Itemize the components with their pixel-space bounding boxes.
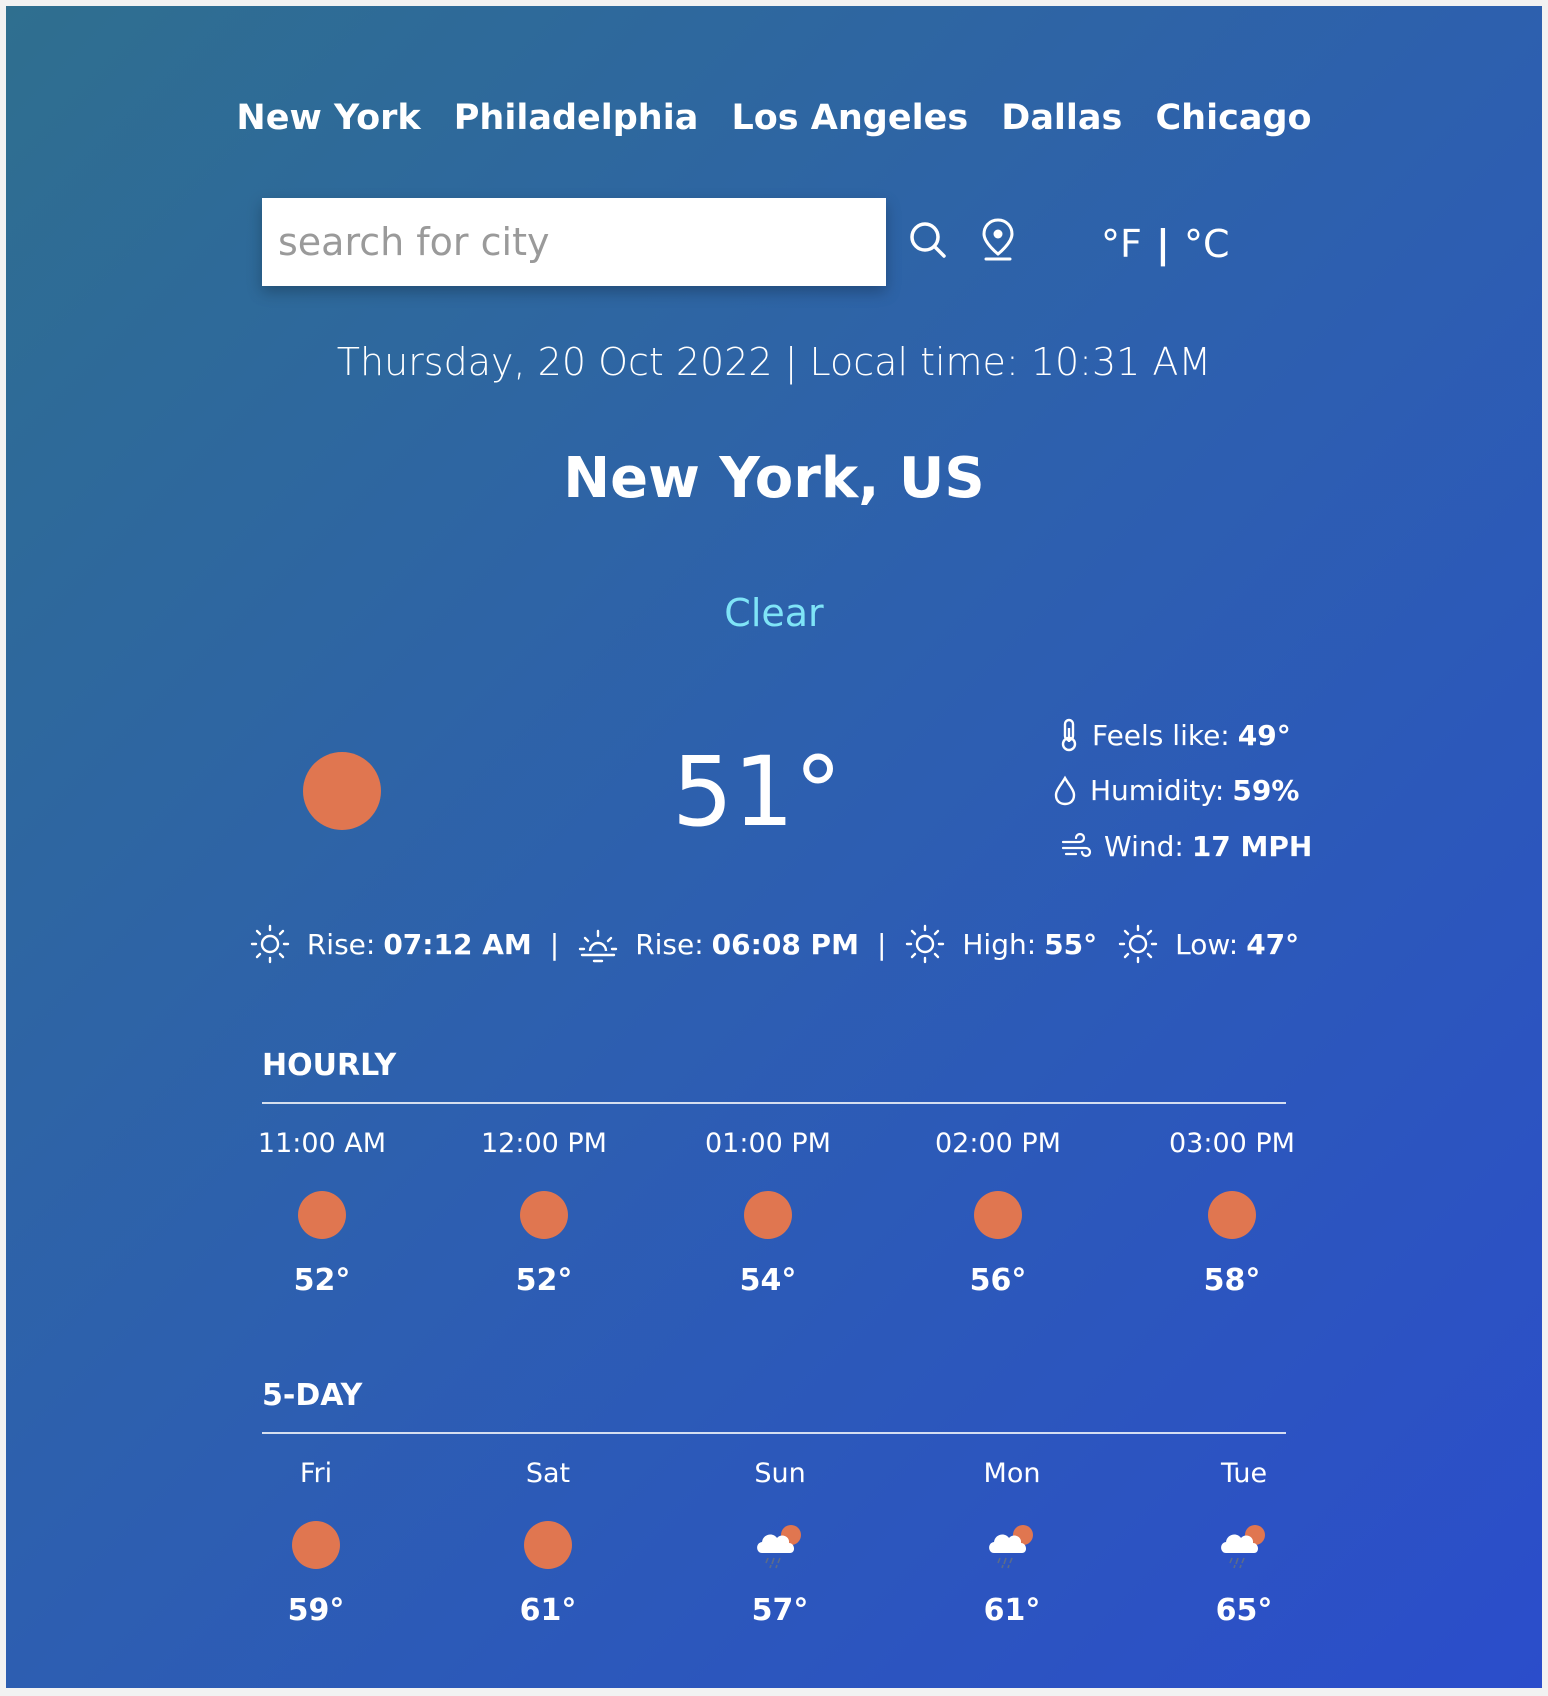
city-link-dallas[interactable]: Dallas (1001, 98, 1122, 138)
hourly-temp: 54° (739, 1263, 797, 1298)
sun-info-row: Rise: 07:12 AM | Rise: 06:08 PM | High: … (6, 923, 1542, 965)
sunrise-value: 07:12 AM (383, 927, 532, 961)
city-nav: New York Philadelphia Los Angeles Dallas… (6, 98, 1542, 138)
location-title: New York, US (563, 446, 985, 511)
low-item: Low: 47° (1117, 923, 1299, 965)
wind-label: Wind: (1104, 830, 1184, 863)
hourly-time: 02:00 PM (935, 1128, 1061, 1159)
date-time: Thursday, 20 Oct 2022 | Local time: 10:3… (336, 340, 1212, 384)
location-pin-icon[interactable] (978, 216, 1018, 266)
hourly-temp: 56° (969, 1263, 1027, 1298)
hourly-temp: 58° (1203, 1263, 1261, 1298)
sunset-value: 06:08 PM (711, 927, 859, 961)
sun-icon (298, 1191, 346, 1239)
humidity-value: 59% (1232, 774, 1300, 807)
wind-icon (1060, 832, 1092, 862)
fahrenheit-button[interactable]: °F (1101, 222, 1142, 266)
weather-app: New York Philadelphia Los Angeles Dallas… (6, 6, 1542, 1688)
sunrise-icon (249, 923, 291, 965)
sunset-item: Rise: 06:08 PM (577, 923, 859, 965)
thermometer-icon (1058, 718, 1080, 752)
city-link-philadelphia[interactable]: Philadelphia (454, 98, 699, 138)
rain-cloud-icon (752, 1521, 808, 1569)
hourly-item: 12:00 PM 52° (444, 1128, 644, 1298)
hourly-divider (262, 1102, 1286, 1104)
weather-condition: Clear (724, 591, 824, 635)
separator: | (876, 927, 887, 961)
droplet-icon (1052, 775, 1078, 807)
hourly-time: 01:00 PM (705, 1128, 831, 1159)
hourly-item: 01:00 PM 54° (668, 1128, 868, 1298)
celsius-button[interactable]: °C (1184, 222, 1230, 266)
rain-cloud-icon (984, 1521, 1040, 1569)
sun-icon (974, 1191, 1022, 1239)
hourly-temp: 52° (293, 1263, 351, 1298)
daily-day: Sun (754, 1458, 806, 1489)
sunrise-label: Rise: (306, 927, 376, 961)
sun-icon (303, 752, 381, 830)
feels-like-label: Feels like: (1092, 718, 1230, 752)
feels-like-row: Feels like: 49° (1058, 718, 1291, 752)
hourly-item: 11:00 AM 52° (222, 1128, 422, 1298)
unit-toggle: °F | °C (1101, 222, 1229, 266)
high-value: 55° (1044, 927, 1098, 961)
daily-day: Tue (1220, 1458, 1268, 1489)
daily-day: Sat (525, 1458, 571, 1489)
search-input[interactable] (262, 198, 886, 286)
daily-title: 5-DAY (262, 1378, 363, 1413)
daily-temp: 61° (983, 1593, 1041, 1628)
daily-day: Fri (299, 1458, 333, 1489)
city-link-chicago[interactable]: Chicago (1155, 98, 1311, 138)
hourly-temp: 52° (515, 1263, 573, 1298)
hourly-time: 12:00 PM (481, 1128, 607, 1159)
sun-icon (292, 1521, 340, 1569)
feels-like-value: 49° (1237, 718, 1291, 752)
high-item: High: 55° (904, 923, 1097, 965)
unit-separator: | (1155, 222, 1170, 266)
wind-row: Wind: 17 MPH (1060, 830, 1312, 863)
hourly-item: 02:00 PM 56° (898, 1128, 1098, 1298)
sun-icon (524, 1521, 572, 1569)
sunset-icon (577, 923, 619, 965)
low-label: Low: (1175, 927, 1239, 961)
high-label: High: (962, 927, 1037, 961)
sun-icon (520, 1191, 568, 1239)
daily-temp: 57° (751, 1593, 809, 1628)
humidity-row: Humidity: 59% (1052, 774, 1299, 807)
hourly-item: 03:00 PM 58° (1132, 1128, 1332, 1298)
sun-low-icon (1117, 923, 1159, 965)
humidity-label: Humidity: (1090, 774, 1225, 807)
current-temperature: 51° (672, 736, 843, 848)
city-link-new-york[interactable]: New York (236, 98, 420, 138)
hourly-title: HOURLY (262, 1048, 397, 1083)
daily-item: Sun 57° (680, 1458, 880, 1628)
daily-temp: 65° (1215, 1593, 1273, 1628)
sun-high-icon (904, 923, 946, 965)
hourly-time: 11:00 AM (257, 1128, 387, 1159)
daily-item: Fri 59° (216, 1458, 416, 1628)
hourly-time: 03:00 PM (1169, 1128, 1295, 1159)
wind-value: 17 MPH (1191, 830, 1313, 863)
sun-icon (1208, 1191, 1256, 1239)
daily-temp: 61° (519, 1593, 577, 1628)
daily-divider (262, 1432, 1286, 1434)
search-icon[interactable] (906, 218, 950, 266)
daily-item: Sat 61° (448, 1458, 648, 1628)
daily-day: Mon (983, 1458, 1041, 1489)
sunset-label: Rise: (635, 927, 704, 961)
daily-item: Mon 61° (912, 1458, 1112, 1628)
separator: | (549, 927, 560, 961)
low-value: 47° (1246, 927, 1300, 961)
rain-cloud-icon (1216, 1521, 1272, 1569)
daily-temp: 59° (287, 1593, 345, 1628)
daily-item: Tue 65° (1144, 1458, 1344, 1628)
sunrise-item: Rise: 07:12 AM (249, 923, 532, 965)
city-link-los-angeles[interactable]: Los Angeles (731, 98, 968, 138)
sun-icon (744, 1191, 792, 1239)
